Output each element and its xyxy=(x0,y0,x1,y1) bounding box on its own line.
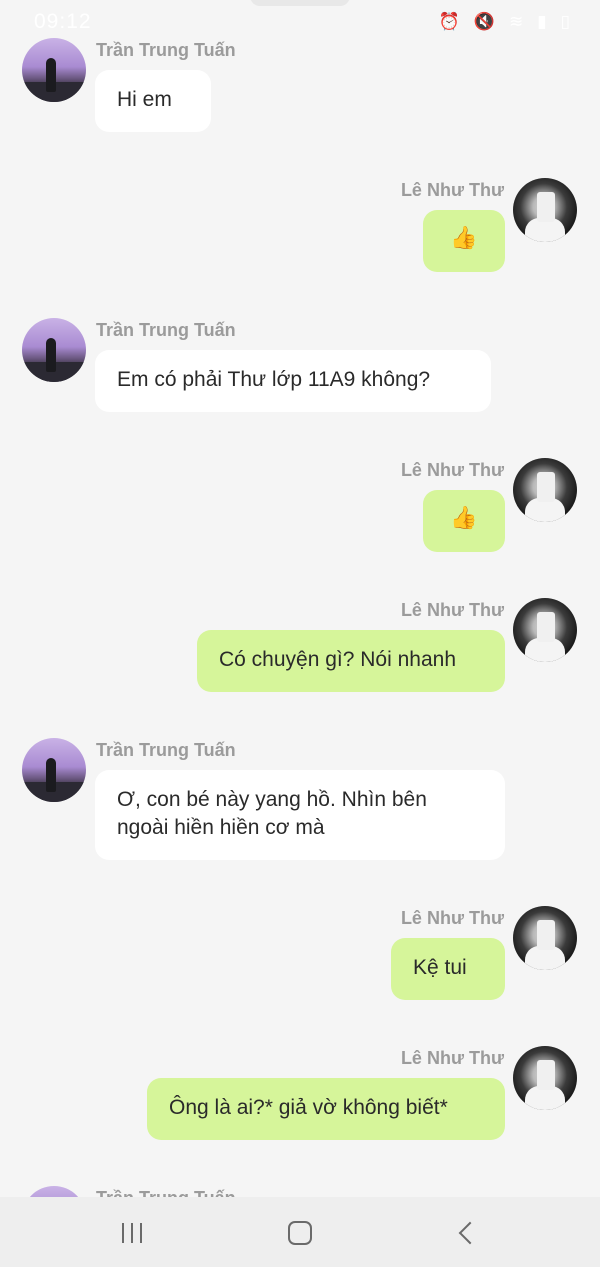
message-bubble[interactable]: Hi em xyxy=(95,70,211,132)
signal-icon: ▮ xyxy=(537,12,547,31)
alarm-icon: ⏰ xyxy=(438,12,460,31)
avatar[interactable] xyxy=(513,458,577,522)
chat-screen: 09:12 ⏰ 🔇 ≋ ▮ ▯ Trần Trung Tuấn Hi em Lê… xyxy=(0,0,600,1267)
sender-name: Lê Như Thư xyxy=(400,908,504,928)
avatar[interactable] xyxy=(513,598,577,662)
sender-name: Trần Trung Tuấn xyxy=(96,40,236,60)
avatar[interactable] xyxy=(22,738,86,802)
avatar[interactable] xyxy=(513,178,577,242)
message-bubble[interactable]: 👍 xyxy=(423,490,505,552)
message-bubble[interactable]: Em có phải Thư lớp 11A9 không? xyxy=(95,350,491,412)
status-time: 09:12 xyxy=(34,10,92,33)
avatar[interactable] xyxy=(513,1046,577,1110)
battery-icon: ▯ xyxy=(560,12,570,31)
back-button[interactable] xyxy=(446,1213,486,1253)
recents-icon xyxy=(122,1223,142,1243)
sender-name: Lê Như Thư xyxy=(400,600,504,620)
sender-name: Lê Như Thư xyxy=(400,180,504,200)
home-icon xyxy=(288,1221,312,1245)
sender-name: Lê Như Thư xyxy=(400,460,504,480)
message-bubble[interactable]: Có chuyện gì? Nói nhanh xyxy=(197,630,505,692)
navigation-bar xyxy=(0,1197,600,1267)
sender-name: Trần Trung Tuấn xyxy=(96,320,236,340)
avatar[interactable] xyxy=(22,318,86,382)
home-button[interactable] xyxy=(280,1213,320,1253)
sender-name: Trần Trung Tuấn xyxy=(96,740,236,760)
message-bubble[interactable]: Ơ, con bé này yang hồ. Nhìn bên ngoài hi… xyxy=(95,770,505,860)
message-bubble[interactable]: Kệ tui xyxy=(391,938,505,1000)
sender-name: Lê Như Thư xyxy=(400,1048,504,1068)
message-bubble[interactable]: 👍 xyxy=(423,210,505,272)
wifi-icon: ≋ xyxy=(509,12,524,31)
avatar[interactable] xyxy=(513,906,577,970)
avatar[interactable] xyxy=(22,38,86,102)
back-icon xyxy=(458,1221,482,1245)
recents-button[interactable] xyxy=(112,1213,152,1253)
status-icons: ⏰ 🔇 ≋ ▮ ▯ xyxy=(439,12,570,32)
status-bar: 09:12 ⏰ 🔇 ≋ ▮ ▯ xyxy=(0,0,600,44)
message-bubble[interactable]: Ông là ai?* giả vờ không biết* xyxy=(147,1078,505,1140)
mute-icon: 🔇 xyxy=(473,12,496,31)
